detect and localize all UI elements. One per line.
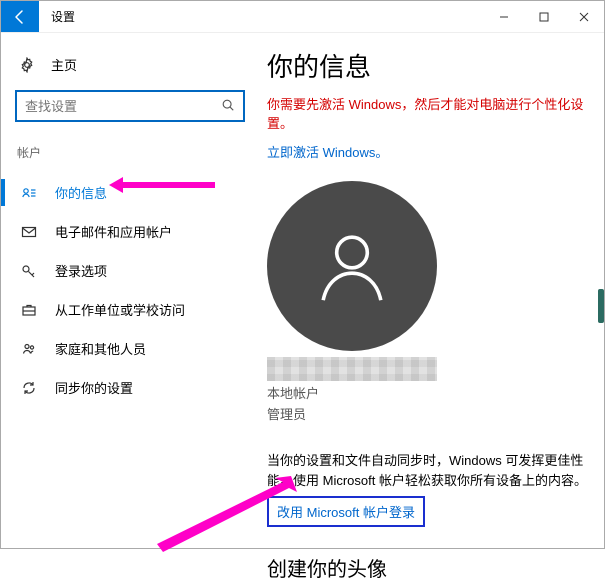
briefcase-icon: [21, 302, 37, 318]
search-icon: [221, 98, 235, 115]
sidebar-item-label: 电子邮件和应用帐户: [55, 222, 172, 241]
gear-icon: [19, 57, 35, 73]
sidebar-section-header: 帐户: [17, 144, 245, 161]
create-avatar-heading: 创建你的头像: [267, 553, 596, 582]
sidebar-item-family-others[interactable]: 家庭和其他人员: [15, 329, 245, 368]
scroll-indicator[interactable]: [598, 289, 604, 323]
sidebar-item-work-school-access[interactable]: 从工作单位或学校访问: [15, 290, 245, 329]
sidebar-home[interactable]: 主页: [15, 51, 245, 78]
sidebar: 主页 帐户 你的信息 电子邮件和应用帐户 登录选项: [1, 33, 259, 548]
username-redacted: [267, 357, 437, 381]
sidebar-item-email-accounts[interactable]: 电子邮件和应用帐户: [15, 212, 245, 251]
sidebar-home-label: 主页: [51, 55, 77, 74]
key-icon: [21, 263, 37, 279]
sidebar-item-your-info[interactable]: 你的信息: [15, 173, 245, 212]
search-box[interactable]: [15, 90, 245, 122]
sync-description: 当你的设置和文件自动同步时，Windows 可发挥更佳性能。使用 Microso…: [267, 451, 596, 490]
main-panel: 你的信息 你需要先激活 Windows，然后才能对电脑进行个性化设置。 立即激活…: [259, 33, 604, 548]
page-title: 你的信息: [267, 47, 596, 84]
person-card-icon: [21, 185, 37, 201]
search-input[interactable]: [25, 99, 221, 114]
account-type: 本地帐户: [267, 383, 596, 402]
activation-warning: 你需要先激活 Windows，然后才能对电脑进行个性化设置。: [267, 94, 596, 132]
window-title: 设置: [39, 1, 75, 32]
maximize-button[interactable]: [524, 1, 564, 32]
sync-icon: [21, 380, 37, 396]
sidebar-item-label: 登录选项: [55, 261, 107, 280]
minimize-button[interactable]: [484, 1, 524, 32]
sidebar-item-signin-options[interactable]: 登录选项: [15, 251, 245, 290]
titlebar: 设置: [1, 1, 604, 33]
people-icon: [21, 341, 37, 357]
account-role: 管理员: [267, 404, 596, 423]
sidebar-item-sync-settings[interactable]: 同步你的设置: [15, 368, 245, 407]
activate-windows-link[interactable]: 立即激活 Windows。: [267, 142, 388, 161]
close-button[interactable]: [564, 1, 604, 32]
user-avatar: [267, 181, 437, 351]
sidebar-item-label: 从工作单位或学校访问: [55, 300, 185, 319]
sidebar-item-label: 家庭和其他人员: [55, 339, 146, 358]
mail-icon: [21, 224, 37, 240]
back-button[interactable]: [1, 1, 39, 32]
sidebar-item-label: 同步你的设置: [55, 378, 133, 397]
ms-account-signin-link[interactable]: 改用 Microsoft 帐户登录: [267, 496, 425, 527]
sidebar-item-label: 你的信息: [55, 183, 107, 202]
